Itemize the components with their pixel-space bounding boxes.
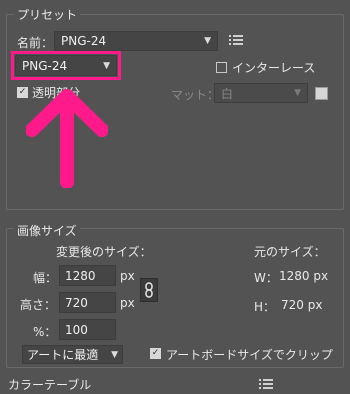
matte-select[interactable]: 白 ▼ (214, 83, 308, 103)
height-input[interactable]: 720 (59, 292, 116, 313)
preset-name-value: PNG-24 (61, 34, 107, 48)
chevron-down-icon: ▼ (111, 349, 118, 360)
percent-input[interactable]: 100 (59, 319, 116, 340)
format-value: PNG-24 (22, 58, 68, 73)
chain-link-icon[interactable] (140, 278, 158, 302)
resample-select[interactable]: アートに最適 ▼ (22, 345, 123, 364)
format-select[interactable]: PNG-24 ▼ (11, 51, 121, 80)
list-menu-icon[interactable] (229, 34, 243, 46)
list-menu-icon[interactable] (259, 378, 273, 390)
interlace-label: インターレース (232, 61, 316, 75)
original-size-title: 元のサイズ： (254, 245, 326, 259)
name-label: 名前： (17, 36, 54, 50)
height-label: 高さ： (20, 298, 57, 312)
resample-value: アートに最適 (27, 348, 99, 362)
up-arrow-icon (25, 88, 109, 189)
matte-label: マット： (171, 88, 220, 102)
percent-label: %： (33, 325, 57, 339)
image-size-title: 画像サイズ (14, 222, 80, 239)
interlace-checkbox[interactable] (216, 62, 227, 73)
clip-artboard-checkbox[interactable]: ✓ (150, 348, 161, 359)
preset-title: プリセット (14, 6, 81, 23)
chevron-down-icon: ▼ (204, 36, 211, 46)
width-unit: px (120, 269, 135, 283)
preset-name-select[interactable]: PNG-24 ▼ (54, 31, 218, 51)
orig-height-label: H： (254, 300, 276, 314)
matte-color-swatch[interactable] (315, 87, 328, 100)
chevron-down-icon: ▼ (103, 60, 110, 71)
orig-width-value: 1280 px (279, 269, 329, 283)
new-size-title: 変更後のサイズ： (56, 245, 152, 259)
width-label: 幅： (33, 271, 58, 285)
height-unit: px (120, 296, 135, 310)
matte-value: 白 (221, 86, 234, 101)
width-input[interactable]: 1280 (59, 265, 116, 286)
chevron-down-icon: ▼ (294, 88, 301, 98)
orig-height-value: 720 px (281, 298, 323, 312)
color-table-title: カラーテーブル (8, 378, 92, 392)
orig-width-label: W： (254, 271, 278, 285)
clip-artboard-label: アートボードサイズでクリップ (166, 348, 333, 362)
